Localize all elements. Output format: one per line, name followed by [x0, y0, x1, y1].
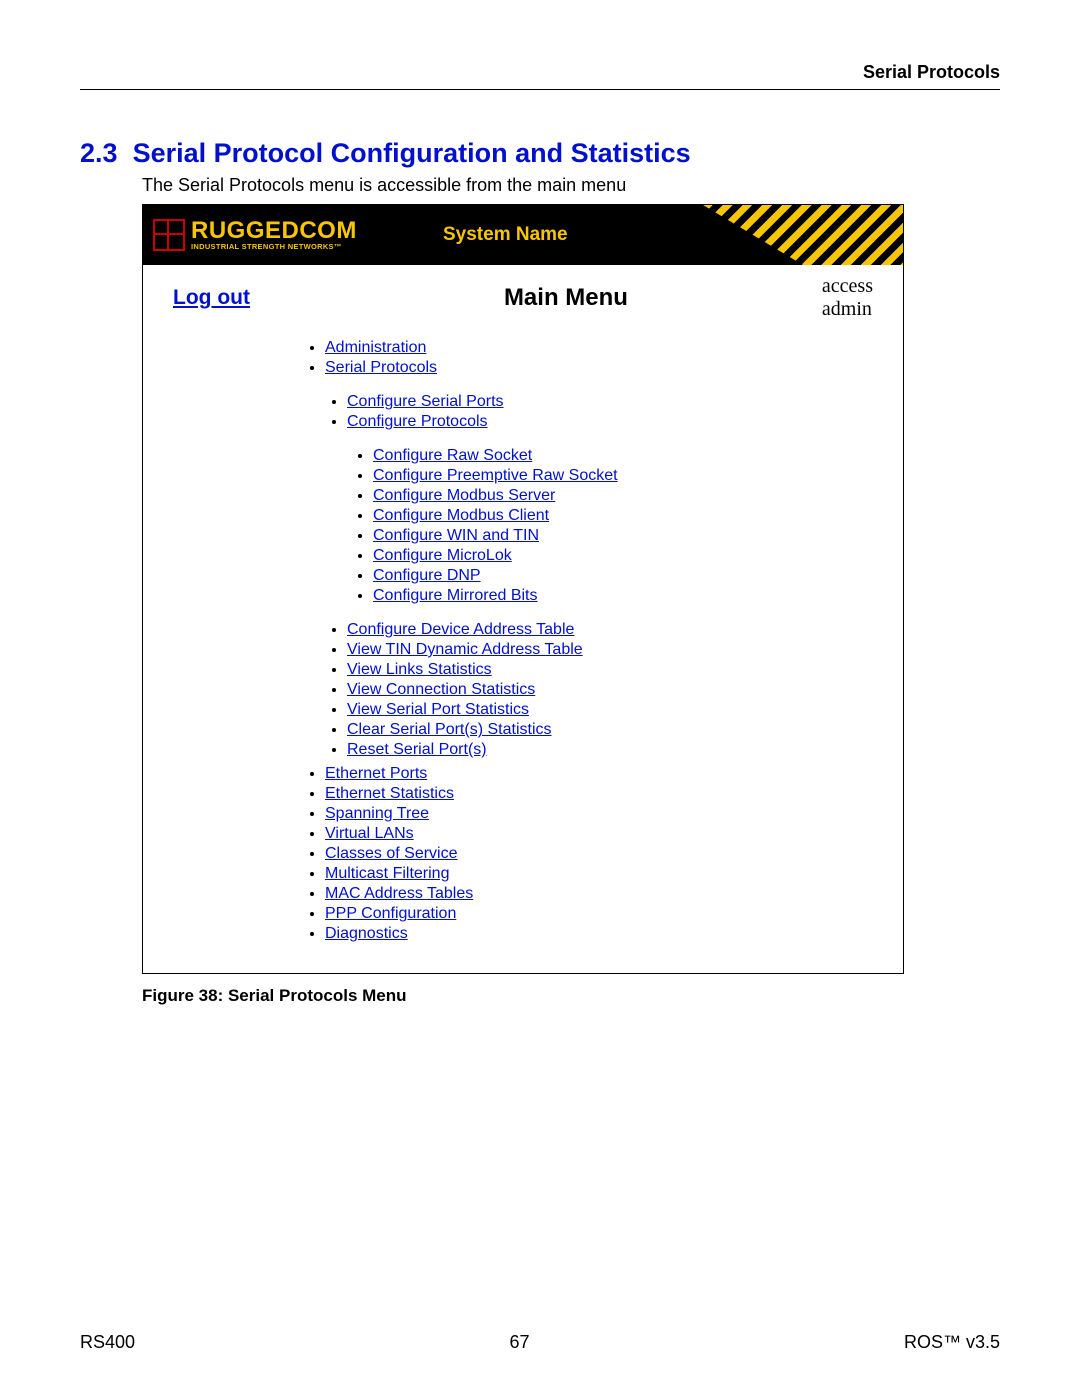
menu-item: View Serial Port Statistics — [347, 701, 873, 719]
menu-link-diagnostics[interactable]: Diagnostics — [325, 925, 408, 942]
menu-item: Configure MicroLok — [373, 547, 873, 565]
menu-item: Virtual LANs — [325, 825, 873, 843]
menu-link-config-protocols[interactable]: Configure Protocols — [347, 413, 488, 430]
menu-level1-top: Administration Serial Protocols — [303, 339, 873, 377]
menu-item: Reset Serial Port(s) — [347, 741, 873, 759]
menu-link-device-address-table[interactable]: Configure Device Address Table — [347, 621, 574, 638]
menu-item: PPP Configuration — [325, 905, 873, 923]
menu-item: Classes of Service — [325, 845, 873, 863]
access-line2: admin — [822, 298, 872, 320]
menu-link-connection-statistics[interactable]: View Connection Statistics — [347, 681, 535, 698]
menu-level2-top: Configure Serial Ports Configure Protoco… — [303, 393, 873, 431]
footer-left: RS400 — [80, 1332, 135, 1353]
footer-center: 67 — [509, 1332, 529, 1353]
menu-level2-bottom: Configure Device Address Table View TIN … — [303, 621, 873, 759]
main-menu-title: Main Menu — [444, 284, 628, 312]
menu-link-win-tin[interactable]: Configure WIN and TIN — [373, 527, 539, 544]
intro-text: The Serial Protocols menu is accessible … — [142, 175, 1000, 196]
menu-link-raw-socket[interactable]: Configure Raw Socket — [373, 447, 532, 464]
page-footer: RS400 67 ROS™ v3.5 — [80, 1332, 1000, 1353]
logo-text: RUGGEDCOM INDUSTRIAL STRENGTH NETWORKS™ — [191, 219, 357, 251]
menu-item: Ethernet Statistics — [325, 785, 873, 803]
menu-item: Configure WIN and TIN — [373, 527, 873, 545]
app-subbar: Log out Main Menu access admin — [143, 265, 903, 325]
menu-item: Spanning Tree — [325, 805, 873, 823]
menu-item: Configure Preemptive Raw Socket — [373, 467, 873, 485]
menu-item: View Connection Statistics — [347, 681, 873, 699]
menu-item: Configure Device Address Table — [347, 621, 873, 639]
section-title: Serial Protocol Configuration and Statis… — [133, 138, 691, 168]
access-line1: access — [822, 275, 873, 297]
menu-link-microlok[interactable]: Configure MicroLok — [373, 547, 512, 564]
menu-item: Configure Protocols — [347, 413, 873, 431]
footer-right: ROS™ v3.5 — [904, 1332, 1000, 1353]
access-level: access admin — [822, 275, 873, 321]
menu-item: Clear Serial Port(s) Statistics — [347, 721, 873, 739]
menu-level3: Configure Raw Socket Configure Preemptiv… — [303, 447, 873, 605]
menu-link-ethernet-ports[interactable]: Ethernet Ports — [325, 765, 427, 782]
menu-level1-bottom: Ethernet Ports Ethernet Statistics Spann… — [303, 765, 873, 943]
menu-item: Serial Protocols — [325, 359, 873, 377]
menu-item: Configure Serial Ports — [347, 393, 873, 411]
menu-link-reset-serial-ports[interactable]: Reset Serial Port(s) — [347, 741, 487, 758]
menu-item: View Links Statistics — [347, 661, 873, 679]
menu-item: Configure Raw Socket — [373, 447, 873, 465]
menu-link-links-statistics[interactable]: View Links Statistics — [347, 661, 492, 678]
menu-link-preemptive-raw-socket[interactable]: Configure Preemptive Raw Socket — [373, 467, 618, 484]
embedded-screenshot: RUGGEDCOM INDUSTRIAL STRENGTH NETWORKS™ … — [142, 204, 904, 974]
logo-text-main: RUGGEDCOM — [191, 219, 357, 243]
menu-link-administration[interactable]: Administration — [325, 339, 426, 356]
logo-block: RUGGEDCOM INDUSTRIAL STRENGTH NETWORKS™ — [143, 219, 357, 251]
logo-icon — [153, 219, 185, 251]
menu-item: Configure Modbus Client — [373, 507, 873, 525]
menu-item: Ethernet Ports — [325, 765, 873, 783]
menu-link-serial-port-statistics[interactable]: View Serial Port Statistics — [347, 701, 529, 718]
menu-link-multicast-filtering[interactable]: Multicast Filtering — [325, 865, 449, 882]
menu-item: Configure Mirrored Bits — [373, 587, 873, 605]
menu-item: Configure DNP — [373, 567, 873, 585]
page-header-right: Serial Protocols — [80, 62, 1000, 90]
menu-link-mirrored-bits[interactable]: Configure Mirrored Bits — [373, 587, 538, 604]
menu-link-tin-dynamic-address[interactable]: View TIN Dynamic Address Table — [347, 641, 583, 658]
menu-link-virtual-lans[interactable]: Virtual LANs — [325, 825, 414, 842]
menu-item: Configure Modbus Server — [373, 487, 873, 505]
figure-caption: Figure 38: Serial Protocols Menu — [142, 986, 1000, 1006]
section-heading: 2.3 Serial Protocol Configuration and St… — [80, 138, 1000, 169]
menu-link-modbus-server[interactable]: Configure Modbus Server — [373, 487, 555, 504]
app-topbar: RUGGEDCOM INDUSTRIAL STRENGTH NETWORKS™ … — [143, 205, 903, 265]
logout-link[interactable]: Log out — [173, 286, 250, 310]
logo-text-sub: INDUSTRIAL STRENGTH NETWORKS™ — [191, 243, 357, 251]
menu-item: View TIN Dynamic Address Table — [347, 641, 873, 659]
menu-link-ethernet-statistics[interactable]: Ethernet Statistics — [325, 785, 454, 802]
menu-link-modbus-client[interactable]: Configure Modbus Client — [373, 507, 549, 524]
system-name: System Name — [443, 224, 568, 246]
menu-item: Multicast Filtering — [325, 865, 873, 883]
menu-link-clear-serial-statistics[interactable]: Clear Serial Port(s) Statistics — [347, 721, 552, 738]
menu-body: Administration Serial Protocols Configur… — [143, 325, 903, 973]
menu-link-mac-address-tables[interactable]: MAC Address Tables — [325, 885, 473, 902]
menu-item: MAC Address Tables — [325, 885, 873, 903]
menu-link-classes-of-service[interactable]: Classes of Service — [325, 845, 458, 862]
menu-link-spanning-tree[interactable]: Spanning Tree — [325, 805, 429, 822]
hazard-stripes-icon — [703, 205, 903, 265]
menu-item: Administration — [325, 339, 873, 357]
menu-link-serial-protocols[interactable]: Serial Protocols — [325, 359, 437, 376]
menu-link-dnp[interactable]: Configure DNP — [373, 567, 481, 584]
section-number: 2.3 — [80, 138, 118, 168]
menu-link-ppp-configuration[interactable]: PPP Configuration — [325, 905, 456, 922]
menu-item: Diagnostics — [325, 925, 873, 943]
menu-link-config-serial-ports[interactable]: Configure Serial Ports — [347, 393, 504, 410]
